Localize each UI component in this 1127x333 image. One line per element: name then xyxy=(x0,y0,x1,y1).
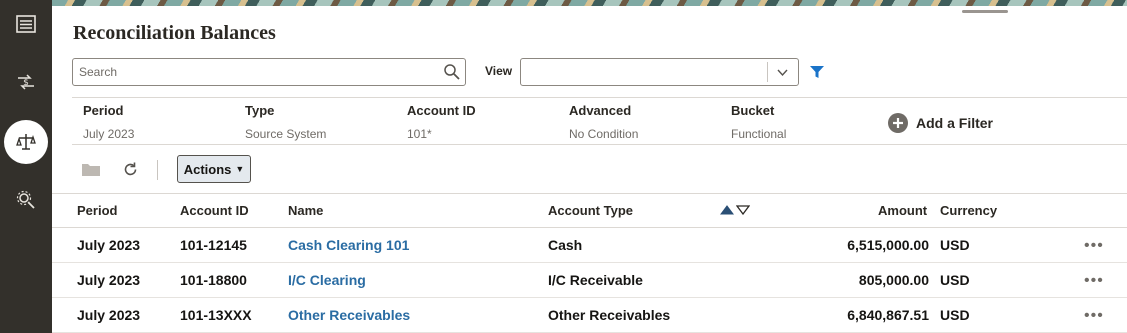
cell-currency: USD xyxy=(940,307,970,323)
left-rail: $ xyxy=(0,0,52,333)
sort-controls xyxy=(720,205,750,215)
filter-value: No Condition xyxy=(569,127,639,141)
add-filter-label: Add a Filter xyxy=(916,115,994,131)
search-icon[interactable] xyxy=(443,63,461,81)
filter-value: 101* xyxy=(407,127,432,141)
column-header-name[interactable]: Name xyxy=(288,203,323,218)
decorative-banner xyxy=(52,0,1127,6)
cell-name-link[interactable]: I/C Clearing xyxy=(288,272,366,288)
column-header-account-id[interactable]: Account ID xyxy=(180,203,249,218)
cell-account-type: Cash xyxy=(548,237,583,253)
cell-account-id: 101-13XXX xyxy=(180,307,252,323)
actions-label: Actions xyxy=(183,161,232,177)
filter-label: Advanced xyxy=(569,103,632,118)
filter-value: July 2023 xyxy=(83,127,135,141)
filter-bucket[interactable]: Bucket Functional xyxy=(731,103,786,141)
folder-icon[interactable] xyxy=(82,162,100,176)
cell-name-link[interactable]: Other Receivables xyxy=(288,307,410,323)
view-label: View xyxy=(485,64,513,78)
cell-account-id: 101-18800 xyxy=(180,272,247,288)
page-title: Reconciliation Balances xyxy=(73,22,276,44)
more-actions-icon[interactable]: ••• xyxy=(1084,307,1104,325)
cell-period: July 2023 xyxy=(77,237,141,253)
search-box xyxy=(72,58,466,86)
toolbar-divider xyxy=(157,160,158,180)
currency-exchange-icon[interactable]: $ xyxy=(4,60,48,104)
filter-label: Account ID xyxy=(407,103,476,118)
filter-icon[interactable] xyxy=(809,64,825,80)
cell-account-type: I/C Receivable xyxy=(548,272,643,288)
filter-period[interactable]: Period July 2023 xyxy=(83,103,134,141)
refresh-icon[interactable] xyxy=(122,161,139,178)
cell-currency: USD xyxy=(940,237,970,253)
svg-text:$: $ xyxy=(23,78,29,88)
filter-label: Bucket xyxy=(731,103,775,118)
filter-label: Period xyxy=(83,103,124,118)
cell-amount: 6,840,867.51 xyxy=(847,307,929,323)
settings-search-icon[interactable] xyxy=(4,178,48,222)
plus-icon xyxy=(888,113,908,133)
drawer-handle[interactable] xyxy=(962,10,1008,13)
cell-account-id: 101-12145 xyxy=(180,237,247,253)
cell-period: July 2023 xyxy=(77,307,141,323)
filter-type[interactable]: Type Source System xyxy=(245,103,326,141)
view-select[interactable] xyxy=(520,58,799,86)
more-actions-icon[interactable]: ••• xyxy=(1084,272,1104,290)
balance-scale-icon[interactable] xyxy=(4,120,48,164)
cell-currency: USD xyxy=(940,272,970,288)
column-header-currency[interactable]: Currency xyxy=(940,203,997,218)
table-row[interactable]: July 2023 101-12145 Cash Clearing 101 Ca… xyxy=(52,228,1127,263)
filter-label: Type xyxy=(245,103,275,118)
table-row[interactable]: July 2023 101-18800 I/C Clearing I/C Rec… xyxy=(52,263,1127,298)
list-icon[interactable] xyxy=(4,2,48,46)
add-filter-button[interactable]: Add a Filter xyxy=(888,113,993,133)
caret-down-icon: ▼ xyxy=(235,164,245,174)
sort-descending-icon[interactable] xyxy=(736,205,750,215)
table-header: Period Account ID Name Account Type Amou… xyxy=(52,193,1127,228)
more-actions-icon[interactable]: ••• xyxy=(1084,237,1104,255)
search-input[interactable] xyxy=(73,59,433,85)
sort-ascending-icon[interactable] xyxy=(720,205,734,215)
cell-period: July 2023 xyxy=(77,272,141,288)
filter-advanced[interactable]: Advanced No Condition xyxy=(569,103,638,141)
cell-amount: 6,515,000.00 xyxy=(847,237,929,253)
chevron-down-icon[interactable] xyxy=(776,66,789,79)
cell-account-type: Other Receivables xyxy=(548,307,671,323)
column-header-period[interactable]: Period xyxy=(77,203,117,218)
column-header-account-type[interactable]: Account Type xyxy=(548,203,633,218)
actions-button[interactable]: Actions ▼ xyxy=(177,155,251,183)
column-header-amount[interactable]: Amount xyxy=(878,203,927,218)
cell-amount: 805,000.00 xyxy=(858,272,929,288)
filter-account-id[interactable]: Account ID 101* xyxy=(407,103,476,141)
filter-value: Functional xyxy=(731,127,787,141)
filter-value: Source System xyxy=(245,127,327,141)
table-row[interactable]: July 2023 101-13XXX Other Receivables Ot… xyxy=(52,298,1127,333)
filter-strip: Period July 2023 Type Source System Acco… xyxy=(72,97,1127,145)
cell-name-link[interactable]: Cash Clearing 101 xyxy=(288,237,409,253)
select-divider xyxy=(767,62,768,82)
